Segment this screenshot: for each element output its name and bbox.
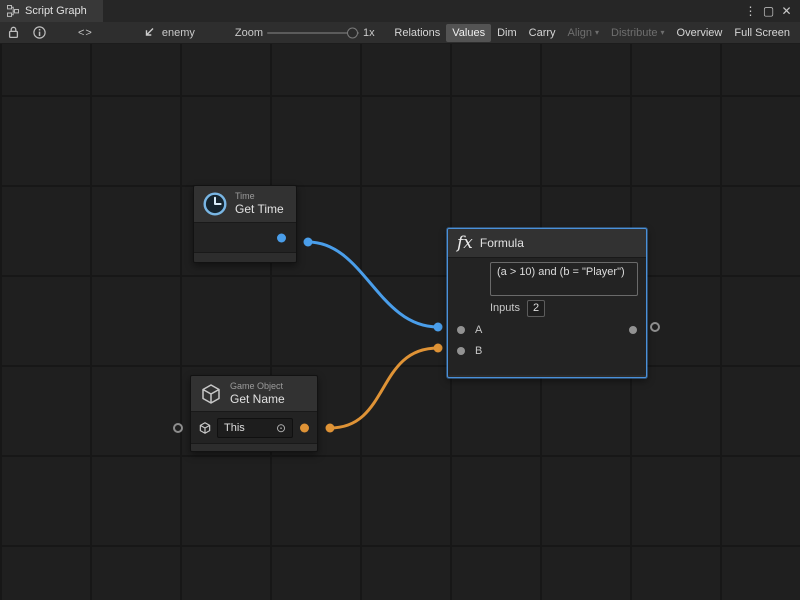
node-get-time[interactable]: Time Get Time (193, 185, 297, 263)
overview-button[interactable]: Overview (671, 24, 729, 42)
carry-button-label: Carry (529, 27, 556, 39)
connection-wires (0, 44, 800, 600)
get-name-input-hollow-port[interactable] (173, 423, 183, 433)
info-icon[interactable] (30, 24, 49, 42)
code-icon[interactable]: <> (75, 24, 96, 42)
input-port-a-label: A (475, 324, 482, 336)
node-title: Get Time (235, 202, 284, 216)
output-port-get-name[interactable] (300, 423, 309, 432)
values-button[interactable]: Values (446, 24, 491, 42)
game-object-cube-icon (199, 382, 223, 406)
input-port-a[interactable] (457, 326, 465, 334)
relations-button[interactable]: Relations (388, 24, 446, 42)
formula-expression-input[interactable]: (a > 10) and (b = "Player") (490, 262, 638, 296)
input-port-b[interactable] (457, 347, 465, 355)
wire-get-time-to-formula-a[interactable] (308, 242, 438, 327)
fullscreen-button[interactable]: Full Screen (728, 24, 796, 42)
zoom-slider[interactable] (267, 32, 359, 34)
dim-button-label: Dim (497, 27, 517, 39)
target-object-dropdown[interactable]: This ⊙ (217, 418, 293, 438)
target-object-value: This (224, 422, 245, 434)
formula-output-hollow-port[interactable] (650, 322, 660, 332)
graph-toolbar: <> enemy Zoom 1x Relations Values Dim Ca… (0, 22, 800, 44)
clock-icon (202, 191, 228, 217)
game-object-cube-icon-small (198, 421, 212, 435)
object-picker-icon[interactable]: ⊙ (276, 422, 286, 434)
carry-button[interactable]: Carry (523, 24, 562, 42)
fullscreen-button-label: Full Screen (734, 27, 790, 39)
relations-button-label: Relations (394, 27, 440, 39)
node-title: Get Name (230, 392, 285, 406)
wire-get-name-to-formula-b[interactable] (330, 348, 438, 428)
graph-name-label: enemy (162, 27, 195, 39)
inputs-label: Inputs (490, 302, 520, 314)
graph-asset-icon (140, 24, 158, 42)
window-menu-icon[interactable]: ⋮ (743, 1, 758, 21)
output-port-formula[interactable] (629, 326, 637, 334)
overview-button-label: Overview (677, 27, 723, 39)
zoom-label: Zoom (235, 27, 263, 39)
wire-endpoint-dot (434, 323, 443, 332)
wire-endpoint-dot (434, 344, 443, 353)
node-category-label: Time (235, 191, 284, 202)
zoom-slider-handle[interactable] (347, 27, 358, 38)
tab-script-graph[interactable]: Script Graph (0, 0, 103, 22)
wire-endpoint-dot (304, 238, 313, 247)
wire-endpoint-dot (326, 424, 335, 433)
node-category-label: Game Object (230, 381, 285, 392)
output-port-get-time[interactable] (277, 233, 286, 242)
node-footer (194, 252, 296, 262)
node-title: Formula (480, 236, 524, 250)
node-formula[interactable]: fx Formula (a > 10) and (b = "Player") I… (447, 228, 647, 378)
input-port-b-label: B (475, 345, 482, 357)
align-button-label: Align (568, 27, 592, 39)
distribute-button[interactable]: Distribute ▾ (605, 24, 670, 42)
formula-fx-icon: fx (457, 234, 473, 252)
maximize-icon[interactable]: ▢ (761, 1, 776, 21)
tab-title: Script Graph (25, 5, 87, 17)
zoom-value: 1x (363, 27, 375, 39)
dim-button[interactable]: Dim (491, 24, 523, 42)
window-controls: ⋮ ▢ ✕ (743, 0, 800, 22)
values-button-label: Values (452, 27, 485, 39)
distribute-button-label: Distribute (611, 27, 657, 39)
toolbar-buttons: Relations Values Dim Carry Align ▾ Distr… (388, 24, 796, 42)
chevron-down-icon: ▾ (595, 29, 599, 37)
close-icon[interactable]: ✕ (779, 1, 794, 21)
align-button[interactable]: Align ▾ (562, 24, 605, 42)
lock-icon[interactable] (5, 24, 22, 42)
node-footer (191, 443, 317, 451)
chevron-down-icon: ▾ (661, 29, 665, 37)
graph-canvas[interactable]: Time Get Time fx Formula (a > 10) and (b… (0, 44, 800, 600)
title-bar: Script Graph ⋮ ▢ ✕ (0, 0, 800, 22)
node-get-name[interactable]: Game Object Get Name This ⊙ (190, 375, 318, 452)
inputs-count-input[interactable]: 2 (527, 300, 545, 317)
script-graph-icon (7, 5, 19, 17)
